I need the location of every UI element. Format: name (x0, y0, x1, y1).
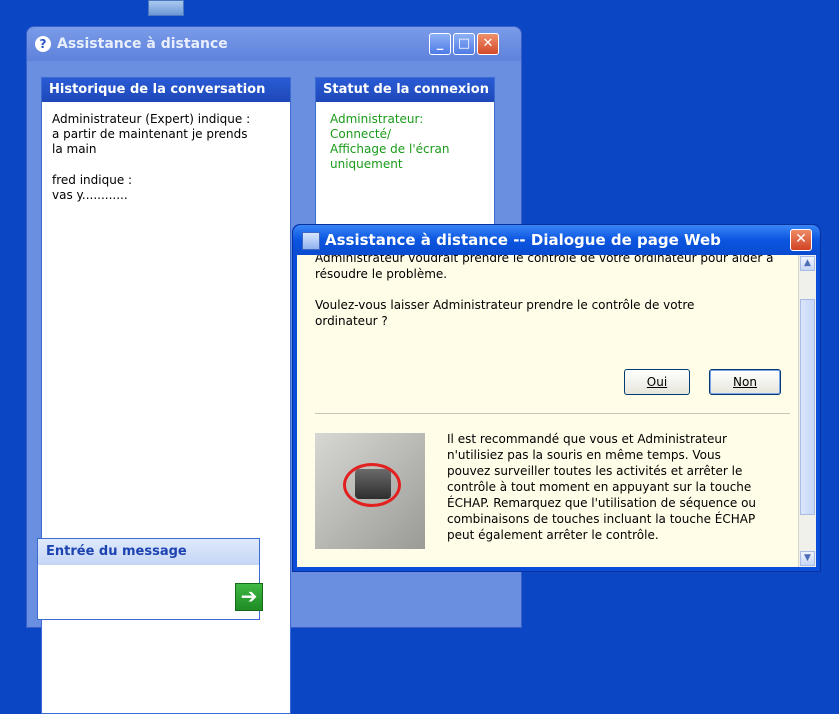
dialog-title-bar[interactable]: Assistance à distance -- Dialogue de pag… (293, 225, 820, 255)
minimize-button[interactable]: _ (429, 33, 451, 55)
conversation-history-log[interactable]: Administrateur (Expert) indique : a part… (42, 102, 290, 229)
dialog-close-button[interactable]: ✕ (790, 229, 812, 251)
intro-text: Administrateur voudrait prendre le contr… (315, 255, 774, 281)
conversation-history-header: Historique de la conversation (42, 78, 290, 102)
desktop-icon[interactable] (148, 0, 184, 16)
help-icon: ? (35, 36, 51, 52)
keyboard-key-photo (315, 433, 425, 549)
scroll-thumb[interactable] (800, 299, 815, 515)
highlight-circle (343, 463, 401, 507)
tip-text: Il est recommandé que vous et Administra… (447, 432, 757, 542)
connection-status-panel: Statut de la connexion Administrateur: C… (315, 77, 495, 229)
window-title: Assistance à distance (57, 36, 228, 52)
maximize-button[interactable]: □ (453, 33, 475, 55)
window-title-bar[interactable]: ? Assistance à distance _ □ ✕ (27, 27, 521, 61)
message-entry-panel: Entrée du message ➔ (37, 538, 263, 620)
connection-status-header: Statut de la connexion (316, 78, 494, 102)
close-button[interactable]: ✕ (477, 33, 499, 55)
message-entry-header: Entrée du message (38, 539, 259, 565)
web-page-dialog: Assistance à distance -- Dialogue de pag… (292, 224, 821, 572)
question-text: Voulez-vous laisser Administrateur prend… (315, 298, 695, 328)
web-dialog-icon (302, 232, 320, 250)
scroll-up-button[interactable]: ▲ (800, 256, 815, 271)
history-entry: fred indique : vas y............ (52, 173, 133, 202)
connection-status-text: Administrateur: Connecté/ Affichage de l… (330, 112, 450, 171)
no-button[interactable]: Non (709, 369, 781, 395)
history-entry: Administrateur (Expert) indique : a part… (52, 112, 251, 156)
dialog-scrollbar[interactable]: ▲ ▼ (798, 255, 816, 567)
dialog-title: Assistance à distance -- Dialogue de pag… (325, 231, 721, 249)
divider (315, 413, 790, 414)
arrow-right-icon: ➔ (240, 584, 258, 608)
dialog-content: Administrateur voudrait prendre le contr… (297, 255, 798, 567)
scroll-down-button[interactable]: ▼ (800, 551, 815, 566)
yes-button[interactable]: Oui (624, 369, 690, 395)
